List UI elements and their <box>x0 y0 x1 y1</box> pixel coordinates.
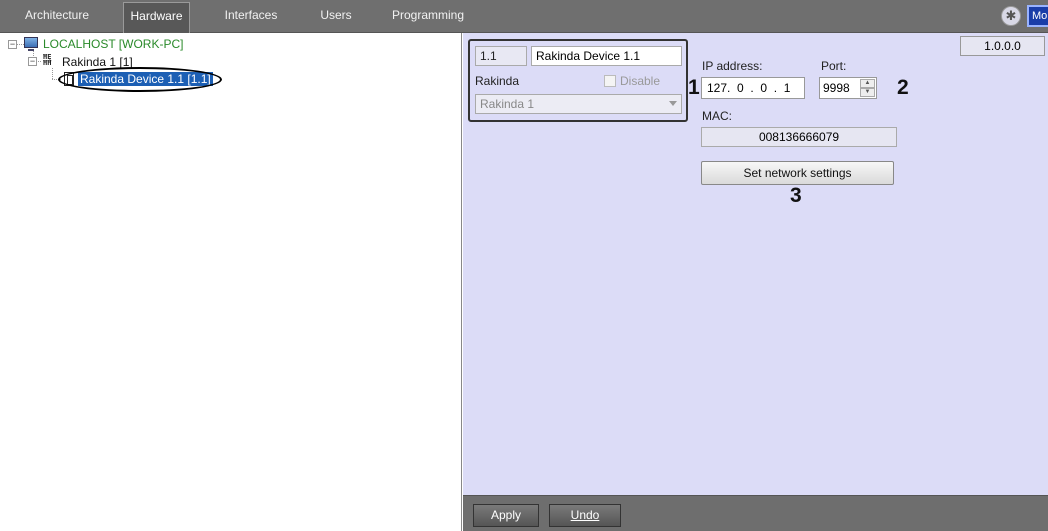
disable-label: Disable <box>620 74 661 88</box>
annotation-3: 3 <box>790 184 802 207</box>
tree-connector <box>17 44 24 45</box>
top-tab-bar: Architecture Hardware Interfaces Users P… <box>0 0 1048 33</box>
tab-users[interactable]: Users <box>311 0 361 33</box>
tab-architecture[interactable]: Architecture <box>14 0 100 33</box>
parent-controller-select[interactable]: Rakinda 1 <box>475 94 682 114</box>
device-identity-group: 1.1 Rakinda Device 1.1 Rakinda Disable R… <box>468 39 688 122</box>
annotation-1: 1 <box>688 76 700 99</box>
collapse-controller-icon[interactable]: − <box>28 57 37 66</box>
parent-controller-select-value: Rakinda 1 <box>480 97 535 111</box>
ip-address-label: IP address: <box>702 59 763 73</box>
tree-node-localhost[interactable]: LOCALHOST [WORK-PC] <box>43 37 183 51</box>
mode-button[interactable]: Mo <box>1027 5 1048 27</box>
set-network-settings-button[interactable]: Set network settings <box>701 161 894 185</box>
disable-checkbox[interactable] <box>604 75 616 87</box>
gear-icon[interactable]: ✱ <box>1001 6 1021 26</box>
mac-label: MAC: <box>702 109 732 123</box>
annotation-2: 2 <box>897 76 909 99</box>
chevron-down-icon <box>669 101 677 106</box>
device-type-label: Rakinda <box>475 74 520 88</box>
version-field: 1.0.0.0 <box>960 36 1045 56</box>
tree-connector <box>52 68 53 79</box>
port-label: Port: <box>821 59 847 73</box>
port-value: 9998 <box>823 81 850 95</box>
tab-hardware[interactable]: Hardware <box>123 2 190 33</box>
device-settings-panel: 1.1 Rakinda Device 1.1 Rakinda Disable R… <box>463 33 1048 495</box>
port-stepper[interactable]: 9998 ▲ ▼ <box>819 77 877 99</box>
computer-icon <box>24 37 38 51</box>
spin-down-icon[interactable]: ▼ <box>860 88 875 97</box>
device-id-field[interactable]: 1.1 <box>475 46 527 66</box>
ip-address-input[interactable]: 127. 0 . 0 . 1 <box>701 77 805 99</box>
tab-interfaces[interactable]: Interfaces <box>216 0 286 33</box>
action-bar: Apply Undo <box>463 495 1048 531</box>
collapse-root-icon[interactable]: − <box>8 40 17 49</box>
undo-label: Undo <box>570 508 600 522</box>
hardware-tree: − LOCALHOST [WORK-PC] − ĦĘ ĦĦ Rakinda 1 [… <box>0 33 462 531</box>
mac-field: 008136666079 <box>701 127 897 147</box>
controller-icon: ĦĘ ĦĦ <box>43 53 52 67</box>
device-name-field[interactable]: Rakinda Device 1.1 <box>531 46 682 66</box>
highlight-annotation <box>58 67 222 92</box>
apply-button[interactable]: Apply <box>473 504 539 527</box>
tab-programming[interactable]: Programming <box>386 0 470 33</box>
spin-up-icon[interactable]: ▲ <box>860 79 875 88</box>
undo-button[interactable]: Undo <box>549 504 621 527</box>
